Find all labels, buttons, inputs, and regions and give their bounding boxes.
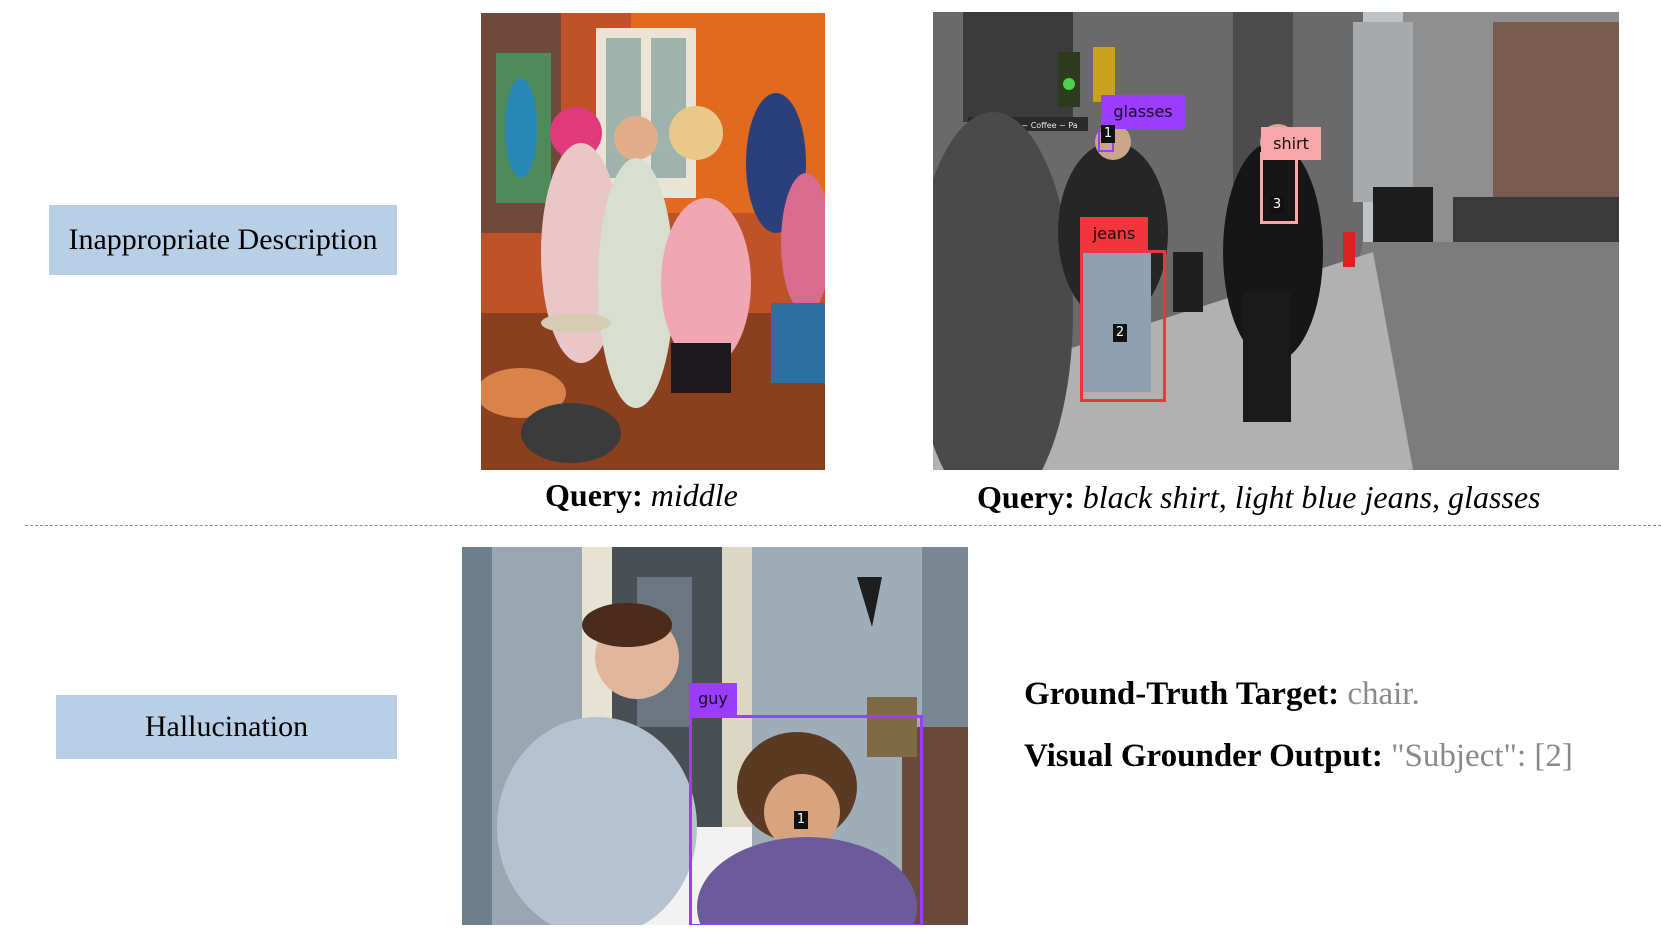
shirt-bbox-index: 3 bbox=[1270, 196, 1284, 214]
query-text: black shirt, light blue jeans, glasses bbox=[1082, 479, 1541, 515]
ground-truth-value: chair. bbox=[1347, 676, 1420, 712]
query-label: Query: bbox=[977, 479, 1075, 515]
section-divider bbox=[25, 525, 1661, 526]
category-text: Inappropriate Description bbox=[68, 223, 378, 256]
party-photo bbox=[481, 13, 825, 470]
guy-bbox-index: 1 bbox=[794, 811, 808, 829]
glasses-bbox-index: 1 bbox=[1101, 125, 1115, 143]
jeans-bbox-tag: jeans bbox=[1080, 217, 1148, 250]
category-text: Hallucination bbox=[144, 710, 309, 743]
street-photo: Gift Baskets ~ Coffee ~ Pa glasses 1 jea… bbox=[933, 12, 1619, 470]
porch-photo: guy 1 bbox=[462, 547, 968, 925]
query-caption-left: Query: middle bbox=[545, 477, 738, 514]
jeans-bbox-index: 2 bbox=[1113, 324, 1127, 342]
grounder-output-label: Visual Grounder Output: bbox=[1024, 738, 1383, 774]
ground-truth-line: Ground-Truth Target: chair. bbox=[1024, 676, 1420, 713]
category-label-inappropriate-description: Inappropriate Description bbox=[49, 205, 397, 275]
query-label: Query: bbox=[545, 477, 643, 513]
ground-truth-label: Ground-Truth Target: bbox=[1024, 676, 1340, 712]
category-label-hallucination: Hallucination bbox=[56, 695, 397, 759]
guy-bbox-tag: guy bbox=[689, 683, 737, 715]
shirt-bbox-tag: shirt bbox=[1261, 127, 1321, 160]
query-text: middle bbox=[650, 477, 738, 513]
grounder-output-line: Visual Grounder Output: "Subject": [2] bbox=[1024, 738, 1573, 775]
grounder-output-value: "Subject": [2] bbox=[1391, 738, 1573, 774]
query-caption-right: Query: black shirt, light blue jeans, gl… bbox=[977, 479, 1541, 516]
glasses-bbox-tag: glasses bbox=[1101, 95, 1185, 129]
